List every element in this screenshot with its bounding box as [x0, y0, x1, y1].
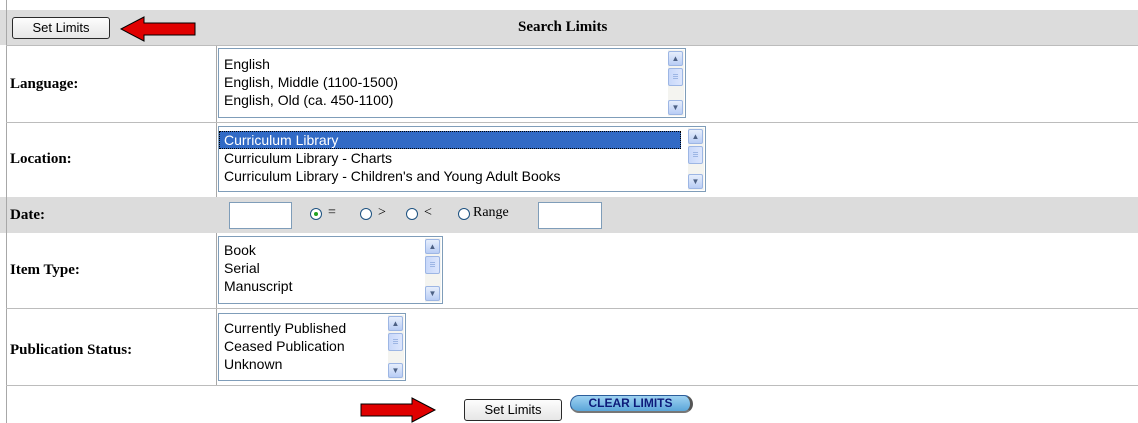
item-type-option[interactable]: Serial	[219, 259, 442, 277]
location-label: Location:	[10, 151, 72, 167]
publication-status-label: Publication Status:	[10, 342, 133, 358]
row-divider	[6, 45, 1138, 46]
row-divider	[6, 308, 1138, 309]
date-operator-less-label: <	[424, 205, 432, 220]
publication-status-option[interactable]: Currently Published	[219, 319, 405, 337]
date-operator-greater-label: >	[378, 205, 386, 220]
date-operator-less-radio[interactable]	[406, 208, 418, 220]
publication-status-scrollbar[interactable]: ▲ ▼	[388, 315, 404, 379]
language-option[interactable]: English, Middle (1100-1500)	[219, 73, 685, 91]
date-operator-equals-radio[interactable]	[310, 208, 322, 220]
scroll-thumb[interactable]	[688, 146, 703, 164]
page-title: Search Limits	[518, 19, 608, 35]
location-option[interactable]: Curriculum Library - Children's and Youn…	[219, 167, 705, 185]
scroll-thumb[interactable]	[388, 333, 403, 351]
language-listbox[interactable]: English English, Middle (1100-1500) Engl…	[218, 48, 686, 118]
location-scrollbar[interactable]: ▲ ▼	[688, 128, 704, 190]
table-left-border	[6, 0, 7, 423]
scroll-up-icon[interactable]: ▲	[388, 316, 403, 331]
scroll-down-icon[interactable]: ▼	[388, 363, 403, 378]
date-to-input[interactable]	[538, 202, 602, 229]
column-divider	[216, 45, 217, 197]
location-listbox[interactable]: Curriculum Library Curriculum Library - …	[218, 126, 706, 192]
language-scrollbar[interactable]: ▲ ▼	[668, 50, 684, 116]
column-divider	[216, 233, 217, 385]
date-operator-greater-radio[interactable]	[360, 208, 372, 220]
item-type-option[interactable]: Manuscript	[219, 277, 442, 295]
date-from-input[interactable]	[229, 202, 292, 229]
date-label: Date:	[10, 207, 45, 223]
scroll-thumb[interactable]	[668, 68, 683, 86]
item-type-scrollbar[interactable]: ▲ ▼	[425, 238, 441, 302]
date-operator-range-label: Range	[473, 205, 509, 220]
language-option[interactable]: English	[219, 55, 685, 73]
item-type-listbox[interactable]: Book Serial Manuscript ▲ ▼	[218, 236, 443, 304]
scroll-up-icon[interactable]: ▲	[668, 51, 683, 66]
scroll-down-icon[interactable]: ▼	[688, 174, 703, 189]
publication-status-option[interactable]: Unknown	[219, 355, 405, 373]
scroll-thumb[interactable]	[425, 256, 440, 274]
language-label: Language:	[10, 76, 79, 92]
arrow-left-icon	[120, 16, 196, 42]
arrow-right-icon	[360, 397, 436, 423]
set-limits-button-top[interactable]: Set Limits	[12, 17, 110, 39]
language-option[interactable]: English, Old (ca. 450-1100)	[219, 91, 685, 109]
publication-status-listbox[interactable]: Currently Published Ceased Publication U…	[218, 313, 406, 381]
row-divider	[6, 122, 1138, 123]
scroll-up-icon[interactable]: ▲	[688, 129, 703, 144]
item-type-label: Item Type:	[10, 262, 80, 278]
date-operator-equals-label: =	[328, 205, 336, 220]
scroll-down-icon[interactable]: ▼	[668, 100, 683, 115]
publication-status-option[interactable]: Ceased Publication	[219, 337, 405, 355]
location-option-selected[interactable]: Curriculum Library	[219, 131, 681, 149]
location-option[interactable]: Curriculum Library - Charts	[219, 149, 705, 167]
row-divider	[6, 385, 1138, 386]
set-limits-button-bottom[interactable]: Set Limits	[464, 399, 562, 421]
clear-limits-button[interactable]: CLEAR LIMITS	[570, 395, 693, 413]
scroll-up-icon[interactable]: ▲	[425, 239, 440, 254]
scroll-down-icon[interactable]: ▼	[425, 286, 440, 301]
date-operator-range-radio[interactable]	[458, 208, 470, 220]
item-type-option[interactable]: Book	[219, 241, 442, 259]
